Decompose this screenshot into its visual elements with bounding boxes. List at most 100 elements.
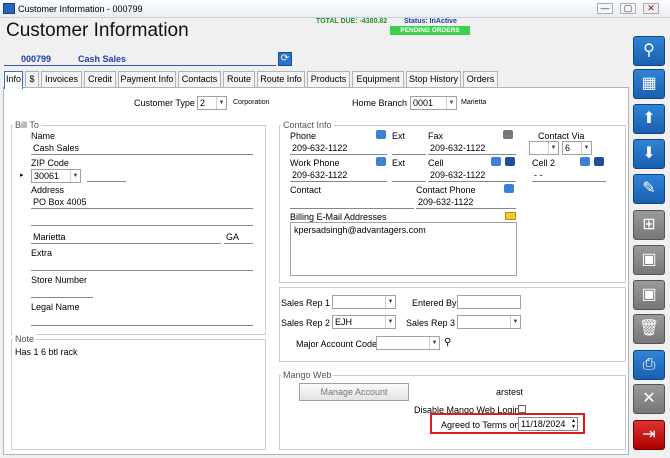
chevron-down-icon: ▼ <box>70 170 80 182</box>
home-branch-desc: Marietta <box>461 99 487 106</box>
exit-button[interactable]: ⇥ <box>633 420 665 450</box>
agreed-terms-date[interactable]: 11/18/2024 ▲ ▼ <box>518 417 578 431</box>
search-button[interactable]: ⚲ <box>633 36 665 66</box>
maximize-button[interactable]: ▢ <box>620 3 636 14</box>
contact-phone-field[interactable]: 209-632-1122 <box>416 196 516 209</box>
tab-payment-info[interactable]: Payment Info <box>118 71 176 88</box>
page-title: Customer Information <box>6 20 189 41</box>
binoculars-icon[interactable]: ⚲ <box>444 337 451 348</box>
agreed-terms-date-value: 11/18/2024 <box>521 419 566 429</box>
ext-field[interactable] <box>392 142 426 155</box>
phone-field[interactable]: 209-632-1122 <box>290 142 387 155</box>
cell-field[interactable]: 209-632-1122 <box>428 169 516 182</box>
bill-to-title: Bill To <box>13 120 41 130</box>
contact-field[interactable] <box>290 196 414 209</box>
phone-icon[interactable] <box>376 130 386 139</box>
tab-route-info[interactable]: Route Info <box>257 71 305 88</box>
sales-rep3-select[interactable]: ▼ <box>457 315 521 329</box>
ext2-label: Ext <box>392 158 406 168</box>
address1-field[interactable]: PO Box 4005 <box>31 196 253 209</box>
refresh-icon[interactable]: ⟳ <box>278 52 292 66</box>
phone-icon[interactable] <box>504 184 514 193</box>
home-branch-select[interactable]: 0001 ▼ <box>410 96 457 110</box>
cell2-label: Cell 2 <box>532 158 556 168</box>
ext-label: Ext <box>392 131 406 141</box>
tab-info[interactable]: Info <box>4 71 23 89</box>
phone-icon[interactable] <box>491 157 501 166</box>
delete-button[interactable]: 🗑 <box>633 314 665 344</box>
sms-icon[interactable] <box>505 157 515 166</box>
edit-button[interactable]: ✎ <box>633 174 665 204</box>
entered-by-label: Entered By <box>412 298 457 308</box>
save-button[interactable]: ▣ <box>633 280 665 310</box>
phone-icon[interactable] <box>376 157 386 166</box>
tab-equipment[interactable]: Equipment <box>352 71 404 88</box>
tab-dollar[interactable]: $ <box>25 71 39 88</box>
tab-contacts[interactable]: Contacts <box>178 71 221 88</box>
cell2-field[interactable]: - - <box>532 169 606 182</box>
contact-phone-label: Contact Phone <box>416 185 476 195</box>
home-branch-value: 0001 <box>413 98 434 108</box>
app-icon <box>3 3 15 14</box>
next-record-button[interactable]: ⬇ <box>633 139 665 169</box>
legal-name-field[interactable] <box>31 313 253 326</box>
spinner-icon[interactable]: ▲ ▼ <box>571 418 576 430</box>
pencil-icon: ✎ <box>642 180 656 197</box>
contact-via-select-1[interactable]: ▼ <box>529 141 559 155</box>
cancel-button[interactable]: ✕ <box>633 384 665 414</box>
customer-name: Cash Sales <box>78 54 127 64</box>
sales-rep1-select[interactable]: ▼ <box>332 295 396 309</box>
home-branch-label: Home Branch <box>352 98 408 108</box>
save-plus-icon: ▣ <box>641 251 657 268</box>
tab-products[interactable]: Products <box>307 71 350 88</box>
tab-orders[interactable]: Orders <box>463 71 498 88</box>
new-record-button[interactable]: ⊞ <box>633 210 665 240</box>
tab-route[interactable]: Route <box>223 71 255 88</box>
fax-field[interactable]: 209-632-1122 <box>428 142 516 155</box>
grid-view-button[interactable]: ▦ <box>633 69 665 99</box>
zip-label: ZIP Code <box>31 158 69 168</box>
major-account-label: Major Account Code <box>296 339 378 349</box>
sales-rep2-select[interactable]: EJH ▼ <box>332 315 396 329</box>
note-text[interactable]: Has 1 6 btl rack <box>15 347 78 357</box>
contact-via-select-2[interactable]: 6 ▼ <box>562 141 592 155</box>
store-number-field[interactable] <box>31 285 93 298</box>
fax-icon[interactable] <box>503 130 513 139</box>
customer-type-select[interactable]: 2 ▼ <box>197 96 227 110</box>
phone-icon[interactable] <box>580 157 590 166</box>
close-button[interactable]: ✕ <box>643 3 659 14</box>
pending-orders-badge[interactable]: PENDING ORDERS <box>390 26 470 35</box>
entered-by-field[interactable] <box>457 295 521 309</box>
sales-rep3-label: Sales Rep 3 <box>406 318 456 328</box>
city-field[interactable]: Marietta <box>31 231 221 244</box>
chevron-down-icon: ▼ <box>385 296 395 308</box>
billing-email-box[interactable]: kpersadsingh@advantagers.com <box>290 222 517 276</box>
extra-field[interactable] <box>31 258 253 271</box>
tab-credit[interactable]: Credit <box>84 71 116 88</box>
address2-field[interactable] <box>31 213 253 226</box>
contact-info-title: Contact Info <box>281 120 334 130</box>
mail-icon[interactable] <box>505 212 516 220</box>
disable-login-checkbox[interactable] <box>518 405 526 413</box>
print-button[interactable]: ⎙ <box>633 350 665 380</box>
minimize-button[interactable]: — <box>597 3 613 14</box>
ext2-field[interactable] <box>392 169 426 182</box>
save-as-button[interactable]: ▣ <box>633 245 665 275</box>
store-number-label: Store Number <box>31 275 88 285</box>
sales-rep1-label: Sales Rep 1 <box>281 298 331 308</box>
tab-invoices[interactable]: Invoices <box>41 71 82 88</box>
sales-rep2-label: Sales Rep 2 <box>281 318 331 328</box>
major-account-select[interactable]: ▼ <box>376 336 440 350</box>
sms-icon[interactable] <box>594 157 604 166</box>
name-field[interactable]: Cash Sales <box>31 142 253 155</box>
manage-account-button[interactable]: Manage Account <box>299 383 409 401</box>
tab-stop-history[interactable]: Stop History <box>406 71 461 88</box>
state-field[interactable]: GA <box>224 231 253 244</box>
work-phone-label: Work Phone <box>290 158 340 168</box>
zip-field[interactable]: 30061 ▼ <box>31 169 81 183</box>
previous-record-button[interactable]: ⬆ <box>633 104 665 134</box>
zip-ext-field[interactable] <box>87 169 126 182</box>
arrow-up-icon: ⬆ <box>642 110 656 127</box>
work-phone-field[interactable]: 209-632-1122 <box>290 169 387 182</box>
billing-email-value: kpersadsingh@advantagers.com <box>294 225 426 235</box>
